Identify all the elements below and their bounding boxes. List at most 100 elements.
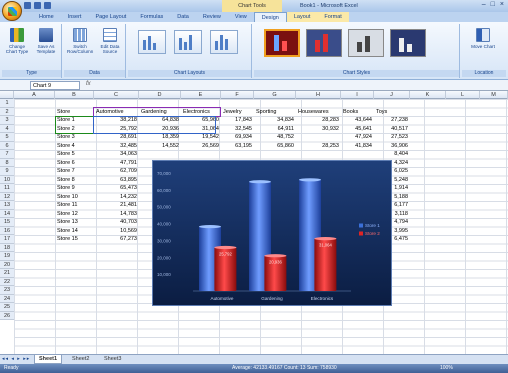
select-all-corner[interactable] [0,91,14,99]
table-cell[interactable]: Store 13 [57,218,92,227]
table-cell[interactable]: 41,834 [343,142,372,151]
sheet-tab[interactable]: Sheet2 [68,355,93,364]
table-cell[interactable]: 8,404 [376,150,408,159]
row-header[interactable]: 11 [0,184,14,193]
sheet-tab[interactable]: Sheet3 [100,355,125,364]
tab-layout[interactable]: Layout [286,12,318,22]
row-header[interactable]: 18 [0,244,14,252]
column-header[interactable]: H [296,91,341,99]
table-cell[interactable]: 63,195 [223,142,252,151]
column-header[interactable]: L [446,91,480,99]
table-cell[interactable]: 43,644 [343,116,372,125]
tab-data[interactable]: Data [170,12,196,22]
table-cell[interactable]: 21,481 [96,201,137,210]
column-header[interactable]: D [139,91,181,99]
row-header[interactable]: 3 [0,116,14,125]
column-header[interactable]: B [55,91,94,99]
save-icon[interactable] [24,2,31,9]
table-cell[interactable]: Store 10 [57,193,92,202]
table-cell[interactable]: 67,273 [96,235,137,244]
table-cell[interactable]: 30,932 [298,125,339,134]
tab-page-layout[interactable]: Page Layout [88,12,133,22]
row-header[interactable]: 21 [0,269,14,278]
table-cell[interactable]: Store 5 [57,150,92,159]
table-cell[interactable]: 64,911 [256,125,294,134]
table-cell[interactable]: 69,934 [223,133,252,142]
tab-formulas[interactable]: Formulas [133,12,170,22]
embedded-chart[interactable]: 10,000 20,000 30,000 40,000 50,000 60,000 70,0… [152,160,392,306]
style-option-3[interactable] [348,29,384,57]
row-header[interactable]: 14 [0,210,14,218]
table-cell[interactable]: 18,359 [141,133,179,142]
row-header[interactable]: 22 [0,278,14,286]
tab-view[interactable]: View [228,12,254,22]
table-cell[interactable]: 36,906 [376,142,408,151]
table-cell[interactable]: Store 15 [57,235,92,244]
save-as-template-button[interactable]: Save As Template [33,28,59,54]
row-header[interactable]: 12 [0,193,14,201]
table-cell[interactable]: 28,283 [298,116,339,125]
row-header[interactable]: 25 [0,303,14,312]
column-header[interactable]: K [410,91,446,99]
table-cell[interactable]: 27,238 [376,116,408,125]
office-button[interactable] [2,1,22,21]
row-header[interactable]: 13 [0,201,14,210]
redo-icon[interactable] [44,2,51,9]
layout-option-1[interactable] [138,30,166,54]
row-header[interactable]: 19 [0,252,14,261]
tab-design[interactable]: Design [253,12,287,22]
table-cell[interactable]: 63,895 [96,176,137,185]
row-header[interactable]: 9 [0,167,14,176]
table-cell[interactable]: 45,641 [343,125,372,134]
row-header[interactable]: 1 [0,99,14,108]
table-cell[interactable]: 19,542 [183,133,219,142]
header-cell[interactable]: Books [343,108,372,117]
row-header[interactable]: 7 [0,150,14,159]
table-cell[interactable]: 28,691 [96,133,137,142]
table-cell[interactable]: 10,569 [96,227,137,236]
change-chart-type-button[interactable]: Change Chart Type [4,28,30,54]
header-cell[interactable]: Sporting [256,108,294,117]
minimize-button[interactable]: – [482,1,486,8]
table-cell[interactable]: 62,709 [96,167,137,176]
style-option-4[interactable] [390,29,426,57]
row-header[interactable]: 5 [0,133,14,142]
row-header[interactable]: 15 [0,218,14,227]
switch-row-column-button[interactable]: Switch Row/Column [67,28,93,54]
table-cell[interactable]: 32,545 [223,125,252,134]
table-cell[interactable]: Store 8 [57,176,92,185]
table-cell[interactable]: Store 9 [57,184,92,193]
table-cell[interactable]: 40,517 [376,125,408,134]
table-cell[interactable]: Store 3 [57,133,92,142]
table-cell[interactable]: 47,791 [96,159,137,168]
table-cell[interactable]: 65,860 [256,142,294,151]
table-cell[interactable]: Store 6 [57,159,92,168]
row-header[interactable]: 24 [0,295,14,303]
table-cell[interactable]: Store 12 [57,210,92,219]
column-header[interactable]: I [341,91,374,99]
row-header[interactable]: 6 [0,142,14,150]
sheet-tab[interactable]: Sheet1 [34,355,63,364]
row-header[interactable]: 10 [0,176,14,184]
sheet-nav-arrows[interactable]: ◂◂ ◂ ▸ ▸▸ [2,356,30,362]
maximize-button[interactable]: □ [491,1,495,8]
table-cell[interactable]: 14,783 [96,210,137,219]
header-cell[interactable]: Jewelry [223,108,252,117]
table-cell[interactable]: 32,485 [96,142,137,151]
table-cell[interactable]: 48,752 [256,133,294,142]
table-cell[interactable]: 14,552 [141,142,179,151]
name-box[interactable]: Chart 9 [30,81,80,90]
tab-home[interactable]: Home [32,12,61,22]
tab-format[interactable]: Format [317,12,349,22]
edit-data-source-button[interactable]: Edit Data Source [97,28,123,54]
column-header[interactable]: A [14,91,55,99]
row-header[interactable]: 26 [0,312,14,320]
row-header[interactable]: 23 [0,286,14,295]
row-header[interactable]: 16 [0,227,14,235]
layout-option-3[interactable] [210,30,238,54]
row-header[interactable]: 17 [0,235,14,244]
table-cell[interactable]: 27,523 [376,133,408,142]
close-button[interactable]: × [500,1,504,8]
column-header[interactable]: G [254,91,296,99]
column-header[interactable]: J [374,91,410,99]
